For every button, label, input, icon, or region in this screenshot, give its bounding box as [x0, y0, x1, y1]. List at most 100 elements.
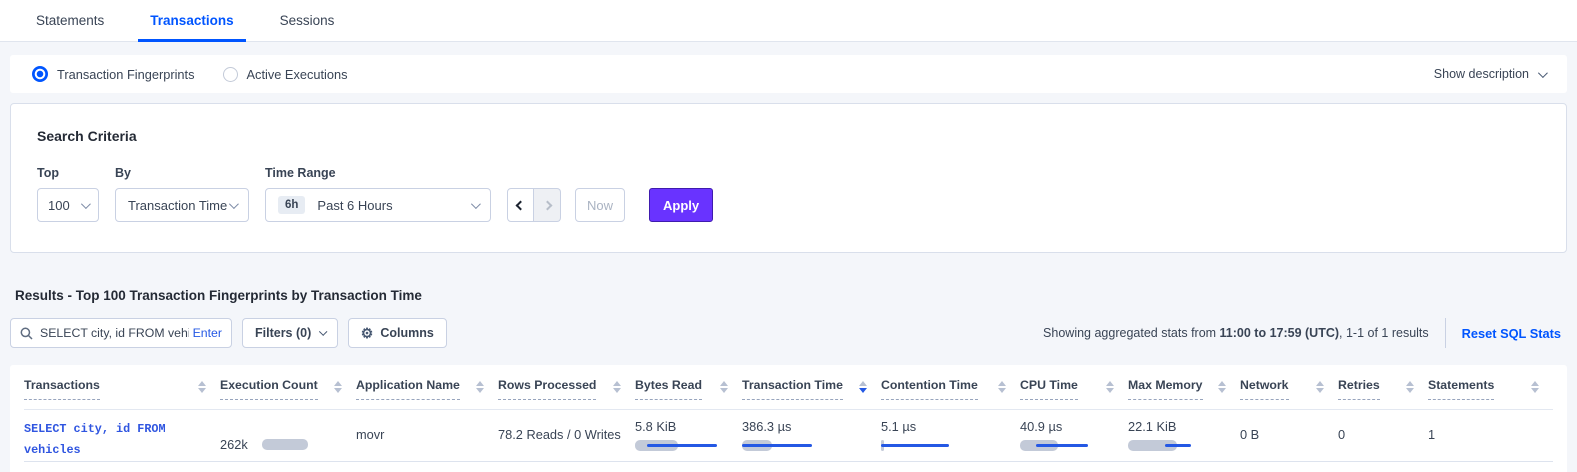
cell-retries: 0 [1338, 410, 1428, 461]
sort-icon[interactable] [1316, 381, 1324, 393]
stats-time-range: 11:00 to 17:59 (UTC) [1220, 326, 1339, 340]
column-header-rows-processed[interactable]: Rows Processed [498, 378, 596, 400]
columns-button[interactable]: ⚙ Columns [348, 318, 447, 348]
sort-icon[interactable] [334, 381, 342, 393]
show-description-label: Show description [1434, 67, 1529, 81]
time-range-field: Time Range 6h Past 6 Hours [265, 166, 491, 222]
now-button[interactable]: Now [575, 188, 625, 222]
tab-transactions[interactable]: Transactions [138, 0, 245, 41]
by-field: By Transaction Time [115, 166, 249, 222]
results-controls: Enter Filters (0) ⚙ Columns Showing aggr… [10, 318, 1567, 348]
chevron-down-icon [1538, 68, 1548, 78]
chevron-down-icon [471, 199, 481, 209]
chevron-down-icon [320, 328, 328, 336]
sort-icon[interactable] [1406, 381, 1414, 393]
time-next-button[interactable] [534, 188, 561, 222]
radio-unselected-icon [223, 67, 238, 82]
radio-label: Transaction Fingerprints [57, 67, 195, 82]
search-criteria-title: Search Criteria [37, 128, 1540, 144]
time-range-select[interactable]: 6h Past 6 Hours [265, 188, 491, 222]
aggregated-stats-text: Showing aggregated stats from 11:00 to 1… [1043, 326, 1429, 340]
top-select[interactable]: 100 [37, 188, 99, 222]
chevron-left-icon [516, 200, 526, 210]
apply-button[interactable]: Apply [649, 188, 713, 222]
time-prev-button[interactable] [507, 188, 534, 222]
sort-icon-active-desc[interactable] [859, 381, 867, 393]
tab-sessions[interactable]: Sessions [268, 0, 347, 41]
column-header-network[interactable]: Network [1240, 378, 1289, 400]
view-toggle-strip: Transaction Fingerprints Active Executio… [10, 55, 1567, 93]
chevron-down-icon [81, 199, 91, 209]
radio-active-executions[interactable]: Active Executions [223, 67, 348, 82]
column-header-max-memory[interactable]: Max Memory [1128, 378, 1203, 400]
top-value: 100 [48, 198, 70, 213]
cell-rows-processed: 78.2 Reads / 0 Writes [498, 410, 635, 461]
execution-count-bar [262, 439, 310, 450]
cell-cpu-time: 40.9 µs [1020, 410, 1128, 461]
column-header-application-name[interactable]: Application Name [356, 378, 460, 400]
max-memory-bar [1128, 440, 1212, 451]
sort-icon[interactable] [613, 381, 621, 393]
cell-transaction-time: 386.3 µs [742, 410, 881, 461]
query-search-box[interactable]: Enter [10, 318, 232, 348]
bytes-read-bar [635, 440, 719, 451]
column-header-transactions[interactable]: Transactions [24, 378, 100, 400]
sort-icon[interactable] [1531, 381, 1539, 393]
time-range-value: Past 6 Hours [317, 198, 471, 213]
by-label: By [115, 166, 249, 180]
cell-network: 0 B [1240, 410, 1338, 461]
time-nav [507, 188, 561, 222]
cpu-time-bar [1020, 440, 1104, 451]
column-header-retries[interactable]: Retries [1338, 378, 1380, 400]
divider [1445, 318, 1446, 348]
results-heading: Results - Top 100 Transaction Fingerprin… [15, 288, 1562, 303]
cell-application-name: movr [356, 410, 498, 461]
results-table: Transactions Execution Count Application… [10, 365, 1567, 472]
top-field: Top 100 [37, 166, 99, 222]
column-header-statements[interactable]: Statements [1428, 378, 1494, 400]
tab-statements[interactable]: Statements [24, 0, 116, 41]
sort-icon[interactable] [1106, 381, 1114, 393]
radio-transaction-fingerprints[interactable]: Transaction Fingerprints [32, 66, 195, 82]
table-header-row: Transactions Execution Count Application… [24, 365, 1553, 410]
time-range-badge: 6h [278, 196, 305, 214]
search-input[interactable] [40, 326, 189, 340]
sort-icon[interactable] [720, 381, 728, 393]
chevron-down-icon [229, 199, 239, 209]
chevron-right-icon [542, 200, 552, 210]
contention-time-bar [881, 440, 965, 451]
sort-icon[interactable] [476, 381, 484, 393]
top-label: Top [37, 166, 99, 180]
cell-execution-count: 262k [220, 410, 356, 461]
column-header-transaction-time[interactable]: Transaction Time [742, 378, 843, 400]
cell-contention-time: 5.1 µs [881, 410, 1020, 461]
gear-icon: ⚙ [361, 326, 374, 340]
cell-bytes-read: 5.8 KiB [635, 410, 742, 461]
filters-label: Filters (0) [255, 326, 311, 340]
column-header-bytes-read[interactable]: Bytes Read [635, 378, 702, 400]
table-row: SELECT city, id FROM vehicles 262k movr … [24, 410, 1553, 462]
by-select[interactable]: Transaction Time [115, 188, 249, 222]
show-description-toggle[interactable]: Show description [1434, 67, 1545, 81]
sort-icon[interactable] [998, 381, 1006, 393]
page-tabs: Statements Transactions Sessions [0, 0, 1577, 42]
sort-icon[interactable] [198, 381, 206, 393]
by-value: Transaction Time [128, 198, 227, 213]
reset-sql-stats-link[interactable]: Reset SQL Stats [1462, 326, 1561, 341]
transaction-fingerprint-link[interactable]: SELECT city, id FROM vehicles [24, 419, 199, 460]
search-criteria-card: Search Criteria Top 100 By Transaction T… [10, 103, 1567, 253]
cell-statements: 1 [1428, 410, 1553, 461]
search-icon [20, 327, 33, 340]
filters-button[interactable]: Filters (0) [242, 318, 338, 348]
cell-max-memory: 22.1 KiB [1128, 410, 1240, 461]
column-header-contention-time[interactable]: Contention Time [881, 378, 978, 400]
columns-label: Columns [380, 326, 433, 340]
sort-icon[interactable] [1218, 381, 1226, 393]
search-enter-button[interactable]: Enter [193, 326, 222, 340]
time-range-label: Time Range [265, 166, 491, 180]
column-header-execution-count[interactable]: Execution Count [220, 378, 318, 400]
transaction-time-bar [742, 440, 826, 451]
radio-label: Active Executions [247, 67, 348, 82]
radio-selected-icon [32, 66, 48, 82]
column-header-cpu-time[interactable]: CPU Time [1020, 378, 1078, 400]
